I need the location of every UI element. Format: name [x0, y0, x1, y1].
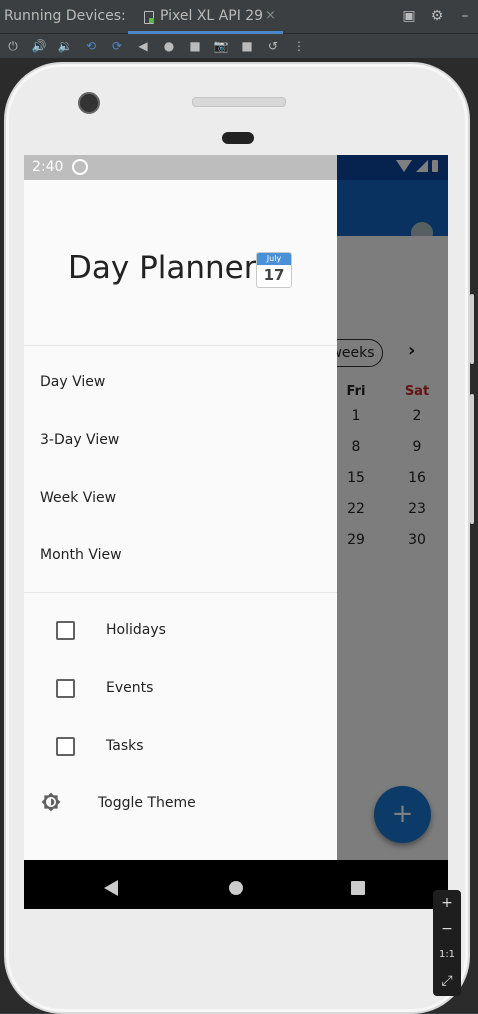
- menu-3-day-view[interactable]: 3-Day View: [40, 432, 119, 448]
- nav-back-icon[interactable]: [104, 880, 118, 896]
- minimize-icon[interactable]: –: [458, 8, 472, 24]
- home-icon[interactable]: ●: [161, 38, 177, 54]
- tasks-checkbox[interactable]: [56, 737, 75, 756]
- nav-home-icon[interactable]: [229, 881, 243, 895]
- app-title: Day Planner: [68, 250, 257, 286]
- gear-icon[interactable]: ⚙: [430, 8, 444, 24]
- ide-tab-bar: Running Devices: Pixel XL API 29 × ▣ ⚙ –: [0, 0, 478, 34]
- navigation-drawer: 2:40 Day Planner July 17 Day View 3-Day …: [24, 155, 337, 860]
- side-button-volume[interactable]: [470, 394, 474, 524]
- earpiece-speaker: [192, 97, 286, 107]
- brightness-icon[interactable]: [41, 792, 61, 812]
- nav-recents-icon[interactable]: [351, 881, 365, 895]
- drawer-header: Day Planner July 17: [24, 180, 337, 346]
- toggle-theme-label[interactable]: Toggle Theme: [98, 795, 196, 811]
- rotate-left-icon[interactable]: ⟲: [83, 38, 99, 54]
- volume-down-icon[interactable]: 🔉: [57, 38, 73, 54]
- back-icon[interactable]: ◀: [135, 38, 151, 54]
- front-camera: [78, 92, 100, 114]
- emulator-toolbar: ⏻ 🔊 🔉 ⟲ ⟳ ◀ ● ■ 📷 ■ ↺ ⋮: [0, 34, 478, 58]
- close-tab-icon[interactable]: ×: [265, 8, 276, 23]
- holidays-checkbox[interactable]: [56, 621, 75, 640]
- calendar-icon-month: July: [257, 253, 291, 265]
- side-button-power[interactable]: [470, 294, 474, 364]
- events-label: Events: [106, 680, 154, 696]
- volume-up-icon[interactable]: 🔊: [31, 38, 47, 54]
- menu-day-view[interactable]: Day View: [40, 374, 105, 390]
- rotate-right-icon[interactable]: ⟳: [109, 38, 125, 54]
- zoom-controls: + − 1:1 ⤢: [433, 890, 461, 996]
- more-icon[interactable]: ⋮: [291, 38, 307, 54]
- window-icon[interactable]: ▣: [402, 8, 416, 24]
- zoom-in-button[interactable]: +: [433, 890, 461, 916]
- camera-icon[interactable]: 📷: [213, 38, 229, 54]
- device-tab[interactable]: Pixel XL API 29 ×: [128, 0, 283, 34]
- zoom-out-button[interactable]: −: [433, 916, 461, 942]
- running-devices-label: Running Devices:: [4, 8, 126, 24]
- status-time: 2:40: [32, 159, 64, 175]
- system-nav-bar: [24, 860, 448, 909]
- drawer-status-bar: 2:40: [24, 155, 337, 180]
- events-checkbox[interactable]: [56, 679, 75, 698]
- zoom-actual-button[interactable]: 1:1: [433, 942, 461, 968]
- overview-icon[interactable]: ■: [187, 38, 203, 54]
- calendar-icon: July 17: [256, 252, 292, 288]
- record-icon[interactable]: ■: [239, 38, 255, 54]
- zoom-fit-button[interactable]: ⤢: [433, 968, 461, 994]
- device-icon: [144, 11, 154, 24]
- device-screen: weeks › Fri Sat 1 8 15 22 29 2 9 16 23 3…: [24, 155, 448, 909]
- menu-week-view[interactable]: Week View: [40, 490, 116, 506]
- drawer-divider: [24, 592, 337, 593]
- calendar-icon-day: 17: [263, 266, 285, 284]
- restore-icon[interactable]: ↺: [265, 38, 281, 54]
- menu-month-view[interactable]: Month View: [40, 547, 122, 563]
- device-tab-label: Pixel XL API 29: [160, 8, 264, 24]
- proximity-sensor: [222, 132, 254, 144]
- tasks-label: Tasks: [106, 738, 144, 754]
- power-icon[interactable]: ⏻: [5, 38, 21, 54]
- holidays-label: Holidays: [106, 622, 166, 638]
- sync-icon: [72, 159, 88, 175]
